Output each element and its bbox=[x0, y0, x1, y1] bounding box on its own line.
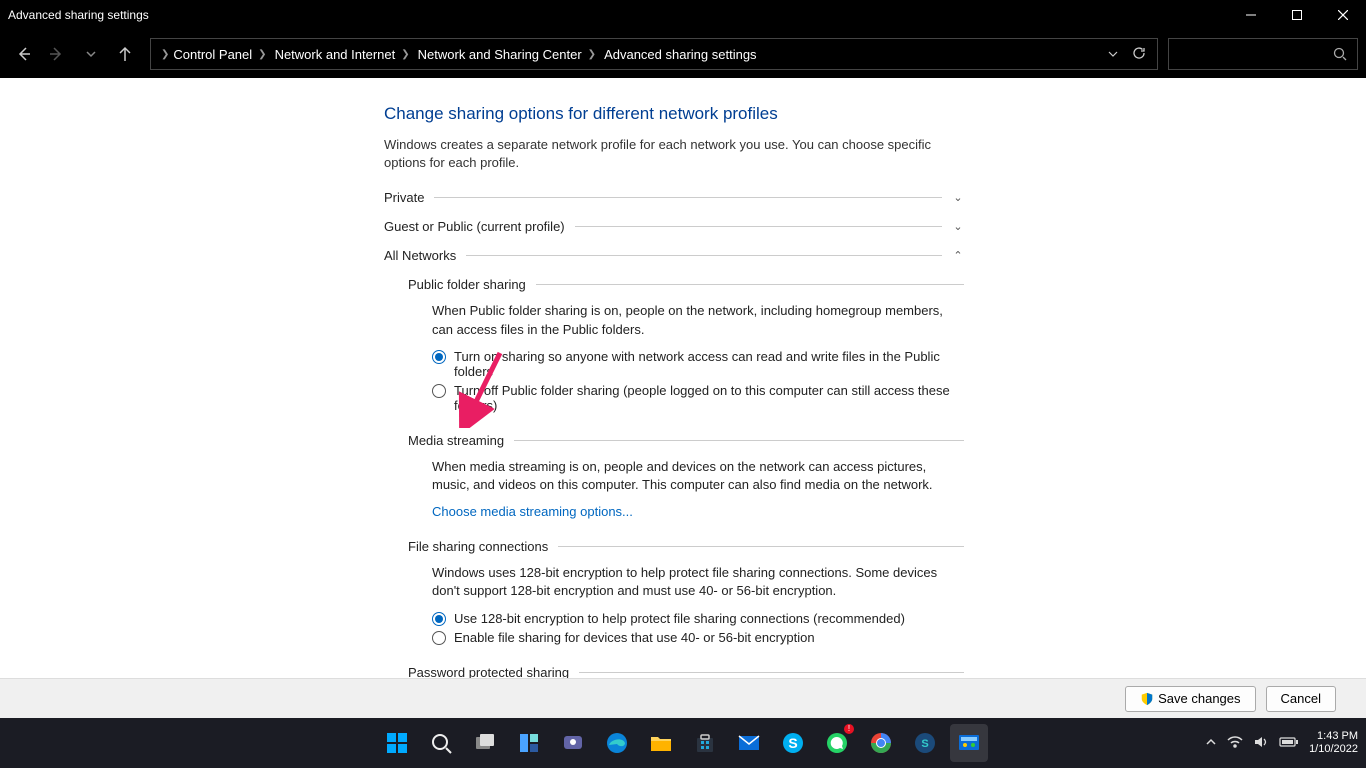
radio-public-folder-on[interactable]: Turn on sharing so anyone with network a… bbox=[432, 349, 964, 379]
radio-icon bbox=[432, 384, 446, 398]
profile-guest-public[interactable]: Guest or Public (current profile) ⌄ bbox=[384, 219, 964, 234]
address-dropdown-icon[interactable] bbox=[1105, 47, 1121, 62]
search-input[interactable] bbox=[1168, 38, 1358, 70]
breadcrumb-network-sharing-center[interactable]: Network and Sharing Center❯ bbox=[414, 45, 600, 64]
chrome-button[interactable] bbox=[862, 724, 900, 762]
close-button[interactable] bbox=[1320, 0, 1366, 30]
shield-icon bbox=[1140, 692, 1154, 706]
profile-all-networks[interactable]: All Networks ⌃ bbox=[384, 248, 964, 263]
addressbar[interactable]: ❯ Control Panel❯ Network and Internet❯ N… bbox=[150, 38, 1158, 70]
svg-text:S: S bbox=[921, 738, 928, 750]
chevron-right-icon: ❯ bbox=[161, 49, 169, 60]
nav-forward-button[interactable] bbox=[42, 39, 72, 69]
clock[interactable]: 1:43 PM 1/10/2022 bbox=[1309, 730, 1358, 756]
nav-up-button[interactable] bbox=[110, 39, 140, 69]
titlebar: Advanced sharing settings bbox=[0, 0, 1366, 30]
intro-text: Windows creates a separate network profi… bbox=[384, 136, 964, 172]
section-public-folder: Public folder sharing When Public folder… bbox=[408, 277, 964, 412]
section-file-sharing: File sharing connections Windows uses 12… bbox=[408, 539, 964, 644]
store-button[interactable] bbox=[686, 724, 724, 762]
chevron-down-icon: ⌄ bbox=[952, 220, 964, 233]
file-explorer-button[interactable] bbox=[642, 724, 680, 762]
section-title: Media streaming bbox=[408, 433, 504, 448]
minimize-button[interactable] bbox=[1228, 0, 1274, 30]
mail-button[interactable] bbox=[730, 724, 768, 762]
search-icon bbox=[1333, 47, 1347, 61]
radio-icon bbox=[432, 612, 446, 626]
search-button[interactable] bbox=[422, 724, 460, 762]
section-title: Password protected sharing bbox=[408, 665, 569, 679]
maximize-button[interactable] bbox=[1274, 0, 1320, 30]
media-desc: When media streaming is on, people and d… bbox=[432, 458, 964, 494]
encryption-desc: Windows uses 128-bit encryption to help … bbox=[432, 564, 964, 600]
widgets-button[interactable] bbox=[510, 724, 548, 762]
section-media-streaming: Media streaming When media streaming is … bbox=[408, 433, 964, 519]
save-changes-button[interactable]: Save changes bbox=[1125, 686, 1255, 712]
wifi-icon[interactable] bbox=[1227, 735, 1243, 752]
system-tray: 1:43 PM 1/10/2022 bbox=[1205, 730, 1358, 756]
radio-icon bbox=[432, 350, 446, 364]
breadcrumb-advanced-sharing[interactable]: Advanced sharing settings bbox=[600, 45, 760, 64]
nav-recent-button[interactable] bbox=[76, 39, 106, 69]
section-password-sharing: Password protected sharing When password… bbox=[408, 665, 964, 679]
media-streaming-options-link[interactable]: Choose media streaming options... bbox=[432, 504, 633, 519]
control-panel-taskbar[interactable] bbox=[950, 724, 988, 762]
radio-public-folder-off[interactable]: Turn off Public folder sharing (people l… bbox=[432, 383, 964, 413]
footer-bar: Save changes Cancel bbox=[0, 678, 1366, 718]
refresh-button[interactable] bbox=[1129, 46, 1149, 63]
taskbar: S ! S 1:43 PM 1/10/2022 bbox=[0, 718, 1366, 768]
svg-text:S: S bbox=[788, 735, 797, 751]
tray-overflow-icon[interactable] bbox=[1205, 736, 1217, 751]
edge-button[interactable] bbox=[598, 724, 636, 762]
radio-40-56bit[interactable]: Enable file sharing for devices that use… bbox=[432, 630, 964, 645]
task-view-button[interactable] bbox=[466, 724, 504, 762]
profile-private[interactable]: Private ⌄ bbox=[384, 190, 964, 205]
skype-button[interactable]: S bbox=[774, 724, 812, 762]
chevron-up-icon: ⌃ bbox=[952, 249, 964, 262]
window-title: Advanced sharing settings bbox=[8, 8, 149, 22]
battery-icon[interactable] bbox=[1279, 736, 1299, 751]
page-title: Change sharing options for different net… bbox=[384, 104, 964, 124]
section-title: File sharing connections bbox=[408, 539, 548, 554]
whatsapp-button[interactable]: ! bbox=[818, 724, 856, 762]
cancel-button[interactable]: Cancel bbox=[1266, 686, 1336, 712]
start-button[interactable] bbox=[378, 724, 416, 762]
edge-dev-button[interactable]: S bbox=[906, 724, 944, 762]
section-title: Public folder sharing bbox=[408, 277, 526, 292]
content-area: Change sharing options for different net… bbox=[0, 78, 1366, 678]
volume-icon[interactable] bbox=[1253, 735, 1269, 752]
breadcrumb-network-and-internet[interactable]: Network and Internet❯ bbox=[271, 45, 414, 64]
nav-back-button[interactable] bbox=[8, 39, 38, 69]
radio-128bit[interactable]: Use 128-bit encryption to help protect f… bbox=[432, 611, 964, 626]
radio-icon bbox=[432, 631, 446, 645]
chat-button[interactable] bbox=[554, 724, 592, 762]
navbar: ❯ Control Panel❯ Network and Internet❯ N… bbox=[0, 30, 1366, 78]
public-folder-desc: When Public folder sharing is on, people… bbox=[432, 302, 964, 338]
chevron-down-icon: ⌄ bbox=[952, 191, 964, 204]
breadcrumb-control-panel[interactable]: Control Panel❯ bbox=[169, 45, 270, 64]
